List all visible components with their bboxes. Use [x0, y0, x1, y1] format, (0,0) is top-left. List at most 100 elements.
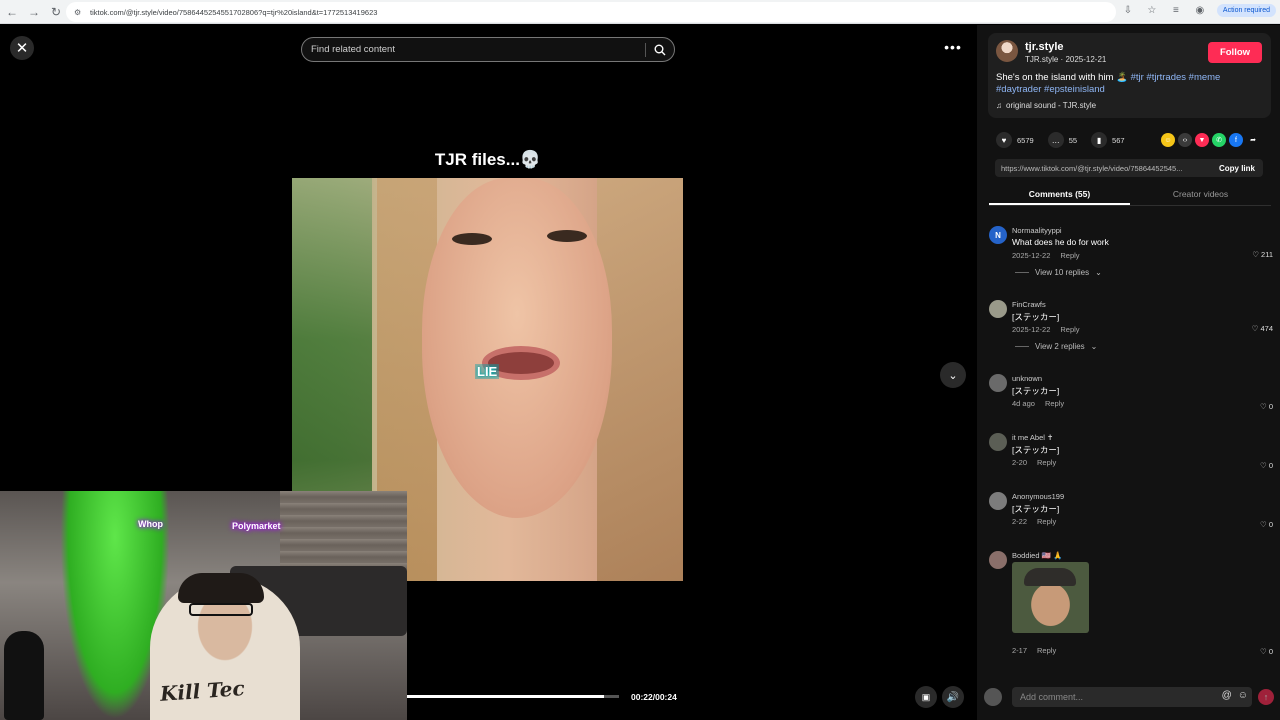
tab-creator-videos[interactable]: Creator videos	[1130, 185, 1271, 205]
whatsapp-icon[interactable]: ✆	[1212, 133, 1226, 147]
follow-button[interactable]: Follow	[1208, 42, 1262, 63]
video-progress-bar[interactable]	[407, 695, 619, 698]
comment-item: FinCrawfs [ステッカー] 2025-12-22 Reply ♡ 474 …	[989, 300, 1273, 360]
author-subtitle: TJR.style · 2025-12-21	[1025, 55, 1107, 64]
reply-button[interactable]: Reply	[1037, 458, 1056, 467]
send-to-friends-icon[interactable]: ▼	[1195, 133, 1209, 147]
bookmark-icon[interactable]: ▮	[1091, 132, 1108, 148]
view-replies-label: View 2 replies	[1035, 342, 1085, 351]
comment-icon[interactable]: …	[1047, 132, 1064, 148]
close-video-button[interactable]: ✕	[10, 36, 34, 60]
search-icon[interactable]	[646, 37, 674, 62]
install-icon[interactable]: ⇩	[1121, 3, 1135, 17]
comment-username[interactable]: it me Abel ✝	[1012, 433, 1053, 442]
bookmark-star-icon[interactable]: ☆	[1145, 3, 1159, 17]
comment-username[interactable]: Anonymous199	[1012, 492, 1064, 501]
emoji-share-icon[interactable]: ☺	[1161, 133, 1175, 147]
sound-label: original sound - TJR.style	[1006, 101, 1097, 110]
comment-like[interactable]: ♡ 0	[1260, 402, 1273, 411]
heart-icon[interactable]: ♥	[996, 132, 1012, 148]
picture-in-picture-button[interactable]: ▣	[915, 686, 937, 708]
close-icon: ✕	[15, 40, 29, 57]
reload-icon[interactable]: ↻	[46, 2, 66, 22]
reply-button[interactable]: Reply	[1037, 646, 1056, 655]
comment-photo[interactable]	[1012, 562, 1089, 633]
back-icon[interactable]: ←	[2, 2, 22, 22]
mention-icon[interactable]: @	[1222, 690, 1232, 701]
sound-link[interactable]: ♫ original sound - TJR.style	[996, 101, 1096, 110]
view-replies-button[interactable]: View 2 replies ⌄	[1015, 342, 1097, 351]
chevron-down-icon: ⌄	[948, 369, 958, 382]
comment-like-count: 0	[1268, 402, 1273, 411]
view-replies-button[interactable]: View 10 replies ⌄	[1015, 268, 1102, 277]
comment-input[interactable]: Add comment... @ ☺	[1012, 687, 1252, 707]
tab-search-icon[interactable]: ≡	[1169, 3, 1183, 17]
comment-avatar[interactable]: N	[989, 226, 1007, 244]
author-avatar[interactable]	[996, 40, 1018, 62]
comment-avatar[interactable]	[989, 300, 1007, 318]
comment-username[interactable]: unknown	[1012, 374, 1042, 383]
replies-dash	[1015, 272, 1029, 273]
arrow-up-icon: ↑	[1263, 692, 1269, 702]
facebook-icon[interactable]: f	[1229, 133, 1243, 147]
comment-text: What does he do for work	[1012, 237, 1109, 247]
heart-outline-icon: ♡	[1260, 647, 1267, 656]
reply-button[interactable]: Reply	[1060, 325, 1079, 334]
comment-like-count: 0	[1268, 647, 1273, 656]
share-arrow-icon[interactable]: ➦	[1246, 133, 1260, 147]
author-name[interactable]: tjr.style	[1025, 41, 1064, 53]
comment-item: unknown [ステッカー] 4d ago Reply ♡ 0	[989, 374, 1273, 414]
comment-avatar[interactable]	[989, 492, 1007, 510]
action-bar: ♥ 6579 … 55 ▮ 567	[996, 132, 1139, 148]
eye-left	[452, 233, 492, 245]
comment-placeholder: Add comment...	[1020, 692, 1084, 702]
post-description: She's on the island with him 🏝️ #tjr #tj…	[996, 72, 1264, 96]
comment-meta: 2025-12-22 Reply	[1012, 251, 1080, 260]
comment-date: 2-17	[1012, 646, 1028, 655]
search-input[interactable]: Find related content	[301, 37, 675, 62]
comment-username[interactable]: Boddied 🇺🇸 🙏	[1012, 551, 1062, 560]
comment-username[interactable]: Normaalityyppi	[1012, 226, 1062, 235]
comment-avatar[interactable]	[989, 551, 1007, 569]
comment-meta: 2-22 Reply	[1012, 517, 1056, 526]
next-video-button[interactable]: ⌄	[940, 362, 966, 388]
embed-icon[interactable]: ‹›	[1178, 133, 1192, 147]
neon-sign-right: Polymarket	[232, 521, 281, 531]
send-comment-button[interactable]: ↑	[1258, 689, 1274, 705]
comment-username[interactable]: FinCrawfs	[1012, 300, 1046, 309]
comment-avatar[interactable]	[989, 374, 1007, 392]
comment-avatar[interactable]	[989, 433, 1007, 451]
comment-text: [ステッカー]	[1012, 504, 1060, 514]
view-replies-label: View 10 replies	[1035, 268, 1090, 277]
comment-like[interactable]: ♡ 211	[1252, 250, 1273, 259]
video-link[interactable]: https://www.tiktok.com/@tjr.style/video/…	[995, 164, 1211, 173]
comment-like[interactable]: ♡ 0	[1260, 461, 1273, 470]
eye-right	[547, 230, 587, 242]
comment-text: [ステッカー]	[1012, 445, 1060, 455]
profile-icon[interactable]: ◉	[1193, 3, 1207, 17]
heart-outline-icon: ♡	[1251, 324, 1259, 333]
reply-button[interactable]: Reply	[1037, 517, 1056, 526]
my-avatar	[984, 688, 1002, 706]
comment-like-count: 0	[1268, 461, 1273, 470]
comment-like-count: 0	[1268, 520, 1273, 529]
emoji-icon[interactable]: ☺	[1238, 690, 1248, 701]
video-link-box: https://www.tiktok.com/@tjr.style/video/…	[995, 159, 1263, 177]
action-required-button[interactable]: Action required	[1216, 3, 1276, 17]
tab-comments[interactable]: Comments (55)	[989, 185, 1130, 205]
reply-button[interactable]: Reply	[1060, 251, 1079, 260]
forward-icon[interactable]: →	[24, 2, 44, 22]
streamer-glasses	[189, 603, 253, 616]
pip-icon: ▣	[921, 691, 931, 702]
site-info-icon[interactable]: ⚙	[74, 7, 84, 17]
comment-like[interactable]: ♡ 474	[1252, 324, 1273, 333]
reply-button[interactable]: Reply	[1045, 399, 1064, 408]
address-bar[interactable]: ⚙ tiktok.com/@tjr.style/video/7586445254…	[66, 2, 1116, 22]
comment-meta: 2-20 Reply	[1012, 458, 1056, 467]
copy-link-button[interactable]: Copy link	[1211, 164, 1263, 173]
comment-like[interactable]: ♡ 0	[1260, 647, 1273, 656]
comment-like[interactable]: ♡ 0	[1260, 520, 1273, 529]
comment-tabs: Comments (55) Creator videos	[989, 185, 1271, 206]
more-options-button[interactable]: •••	[940, 36, 966, 58]
volume-button[interactable]: 🔊	[942, 686, 964, 708]
